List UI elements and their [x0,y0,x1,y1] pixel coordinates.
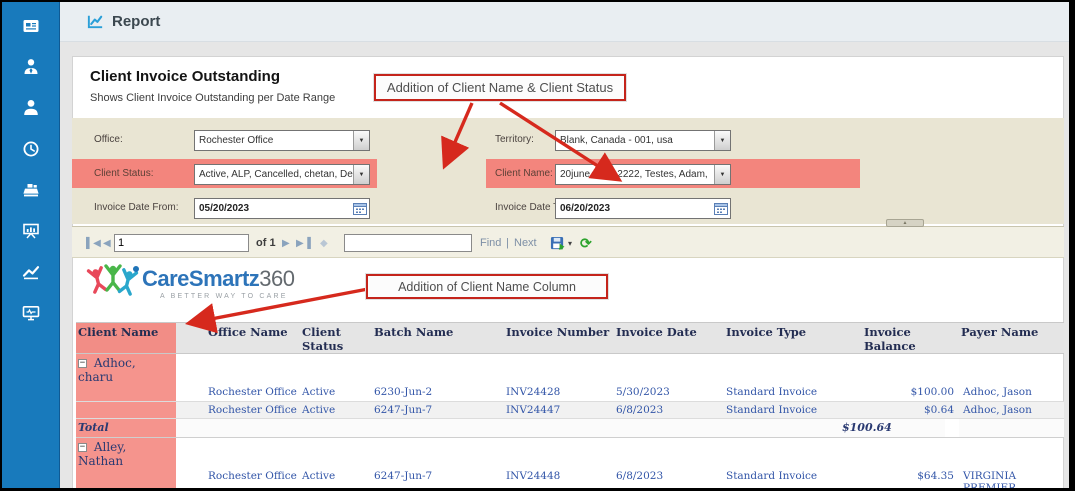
annotation-column-note: Addition of Client Name Column [366,274,608,299]
chevron-down-icon[interactable]: ▼ [714,165,730,184]
newspaper-icon [21,16,41,41]
chevron-down-icon[interactable]: ▼ [714,131,730,150]
invoice-date-from-input[interactable]: 05/20/2023 [194,198,370,219]
find-text-input[interactable] [344,234,472,252]
cash-register-icon [21,180,41,205]
sidebar [2,2,60,488]
table-body: − Adhoc, charuRochester OfficeActive6230… [76,354,1064,491]
sidebar-item-caregivers[interactable] [2,51,59,87]
table-row: Rochester OfficeActive6230-Jun-2INV24428… [76,384,1064,401]
clock-icon [21,139,41,164]
logo-wordmark: CareSmartz360 [142,266,295,292]
page-number-input[interactable] [114,234,249,252]
table-row: Rochester OfficeActive6247-Jun-7INV24447… [76,401,1064,418]
column-header: Invoice Type [724,323,854,354]
client-status-select[interactable]: Active, ALP, Cancelled, chetan, De ▼ [194,164,370,185]
panel-splitter-handle[interactable]: ▲ [886,219,924,227]
logo-figures [86,260,140,310]
column-header: Batch Name [372,323,504,354]
client-status-label: Client Status: [94,168,153,179]
page-title: Report [112,13,160,30]
report-toolbar: ▌◀ ◀ of 1 ▶ ▶▐ ◆ Find | Next ▾ ⟳ [72,226,1064,258]
group-row: − Alley, Nathan [76,437,1064,468]
sidebar-item-dashboard[interactable] [2,10,59,46]
logo-tagline: A BETTER WAY TO CARE [160,293,288,300]
back-to-parent-button[interactable]: ◆ [320,227,328,259]
caregiver-icon [21,57,41,82]
first-page-button[interactable]: ▌◀ [86,227,101,259]
chevron-down-icon[interactable]: ▼ [353,165,369,184]
column-header: Client Status [300,323,372,354]
filter-panel: Office: Rochester Office ▼ Territory: Bl… [72,118,1064,224]
client-name-select[interactable]: 20june, test, 2222, Testes, Adam, ▼ [555,164,731,185]
sidebar-item-scheduling[interactable] [2,133,59,169]
find-next-button[interactable]: Next [514,227,537,259]
sidebar-item-clients[interactable] [2,92,59,128]
find-button[interactable]: Find [480,227,501,259]
table-row: Rochester OfficeActive6247-Jun-7INV24448… [76,468,1064,491]
territory-label: Territory: [495,134,534,145]
table-header: Client NameOffice NameClient StatusBatch… [76,323,1064,354]
prev-page-button[interactable]: ◀ [103,227,111,259]
invoice-date-to-input[interactable]: 06/20/2023 [555,198,731,219]
office-select[interactable]: Rochester Office ▼ [194,130,370,151]
column-header: Invoice Balance [854,323,959,354]
sidebar-item-reports[interactable] [2,256,59,292]
calendar-icon[interactable] [712,199,730,218]
brand-logo: CareSmartz360 A BETTER WAY TO CARE [86,260,316,314]
page-count-label: of 1 [256,227,276,259]
top-header-bar: Report [60,2,1069,42]
calendar-icon[interactable] [351,199,369,218]
export-dropdown-caret[interactable]: ▾ [568,227,572,259]
person-icon [21,98,41,123]
report-line-chart-icon [86,12,105,36]
client-name-label: Client Name: [495,168,553,179]
app-window: Report Client Invoice Outstanding Shows … [0,0,1075,491]
group-row: − Adhoc, charu [76,354,1064,385]
column-header: Invoice Number [504,323,614,354]
column-header: Client Name [76,323,176,354]
column-header: Office Name [176,323,300,354]
report-title: Client Invoice Outstanding [90,68,280,85]
presentation-chart-icon [21,221,41,246]
table-header-row: Client NameOffice NameClient StatusBatch… [76,323,1064,354]
collapse-toggle[interactable]: − [78,359,87,368]
last-page-button[interactable]: ▶▐ [296,227,311,259]
report-table: Client NameOffice NameClient StatusBatch… [76,322,1064,491]
collapse-toggle[interactable]: − [78,443,87,452]
annotation-filters-note: Addition of Client Name & Client Status [374,74,626,101]
refresh-icon[interactable]: ⟳ [580,227,592,259]
group-client-name: − Alley, Nathan [76,437,176,468]
export-save-icon[interactable] [550,227,565,259]
office-label: Office: [94,134,123,145]
report-subtitle: Shows Client Invoice Outstanding per Dat… [90,92,335,104]
column-header: Payer Name [959,323,1064,354]
group-total-row: Total $100.64 [76,418,1064,437]
total-label: Total [76,418,176,437]
find-next-separator: | [506,227,509,259]
group-client-name: − Adhoc, charu [76,354,176,385]
invoice-date-from-label: Invoice Date From: [94,202,178,213]
sidebar-item-billing[interactable] [2,174,59,210]
column-header: Invoice Date [614,323,724,354]
territory-select[interactable]: Blank, Canada - 001, usa ▼ [555,130,731,151]
chevron-down-icon[interactable]: ▼ [353,131,369,150]
sidebar-item-training[interactable] [2,215,59,251]
monitor-icon [21,303,41,328]
total-value: $100.64 [840,418,945,437]
sidebar-item-kiosk[interactable] [2,297,59,333]
line-chart-icon [21,262,41,287]
next-page-button[interactable]: ▶ [282,227,290,259]
